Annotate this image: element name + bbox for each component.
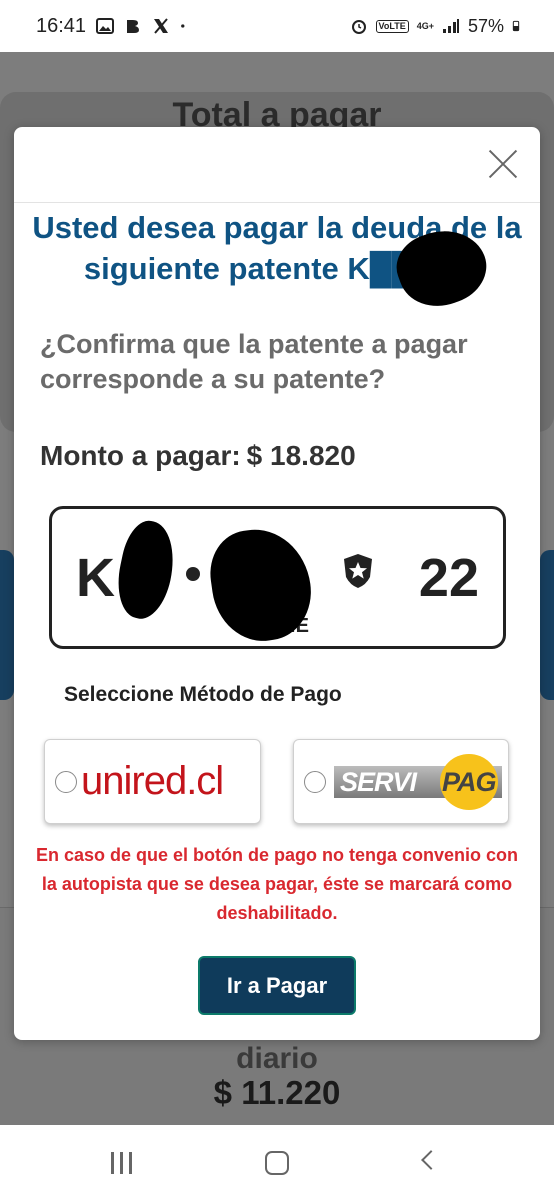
license-plate: K 22 CHILE xyxy=(49,506,506,649)
redaction-mark xyxy=(110,516,182,624)
unired-logo: unired.cl xyxy=(81,759,224,803)
volte-icon: VoLTE xyxy=(375,19,409,33)
servipag-option[interactable]: SERVI PAG xyxy=(293,739,509,824)
confirm-question: ¿Confirma que la patente a pagar corresp… xyxy=(40,329,468,394)
disabled-warning: En caso de que el botón de pago no tenga… xyxy=(35,845,519,923)
amount-label: Monto a pagar: xyxy=(40,440,241,471)
home-icon[interactable] xyxy=(265,1151,289,1175)
background-panel-left xyxy=(0,550,14,700)
plate-shield-icon xyxy=(344,554,372,588)
gallery-icon xyxy=(96,18,115,34)
amount-value: $ 18.820 xyxy=(246,440,356,471)
background-panel-right xyxy=(540,550,554,700)
amount-line: Monto a pagar: $ 18.820 xyxy=(40,440,356,472)
status-time: 16:41 xyxy=(36,14,87,37)
signal-icon xyxy=(442,19,459,33)
plate-separator-dot xyxy=(186,567,200,581)
close-icon[interactable] xyxy=(486,147,520,181)
servipag-logo: SERVI PAG xyxy=(334,753,502,810)
background-amount: $ 11.220 xyxy=(213,1074,341,1111)
more-notifications-dot-icon xyxy=(181,24,185,28)
unired-radio[interactable] xyxy=(55,770,77,793)
servipag-logo-servi: SERVI xyxy=(340,766,417,797)
x-app-icon xyxy=(154,18,169,34)
alarm-icon xyxy=(351,20,366,34)
plate-number: 22 xyxy=(418,548,479,608)
plate-letters: K xyxy=(76,548,115,608)
back-icon[interactable] xyxy=(421,1150,441,1170)
newspaper-app-icon xyxy=(127,20,140,33)
servipag-radio[interactable] xyxy=(304,770,326,793)
modal-header-divider xyxy=(14,202,540,203)
recent-apps-icon[interactable] xyxy=(111,1152,135,1174)
servipag-logo-pag: PAG xyxy=(442,766,497,797)
confirm-payment-modal: Usted desea pagar la deuda de la siguien… xyxy=(14,127,540,1040)
unired-option[interactable]: unired.cl xyxy=(44,739,261,824)
network-type-icon: 4G+ xyxy=(416,20,434,31)
navigation-bar xyxy=(0,1125,554,1200)
payment-method-label: Seleccione Método de Pago xyxy=(64,683,342,706)
status-bar: 16:41 VoLTE 4G+ 57% xyxy=(0,0,554,52)
battery-percent: 57% xyxy=(467,15,504,36)
battery-icon xyxy=(512,20,520,32)
background-partial-text: diario xyxy=(236,1042,318,1075)
go-to-pay-button[interactable]: Ir a Pagar xyxy=(198,956,356,1015)
